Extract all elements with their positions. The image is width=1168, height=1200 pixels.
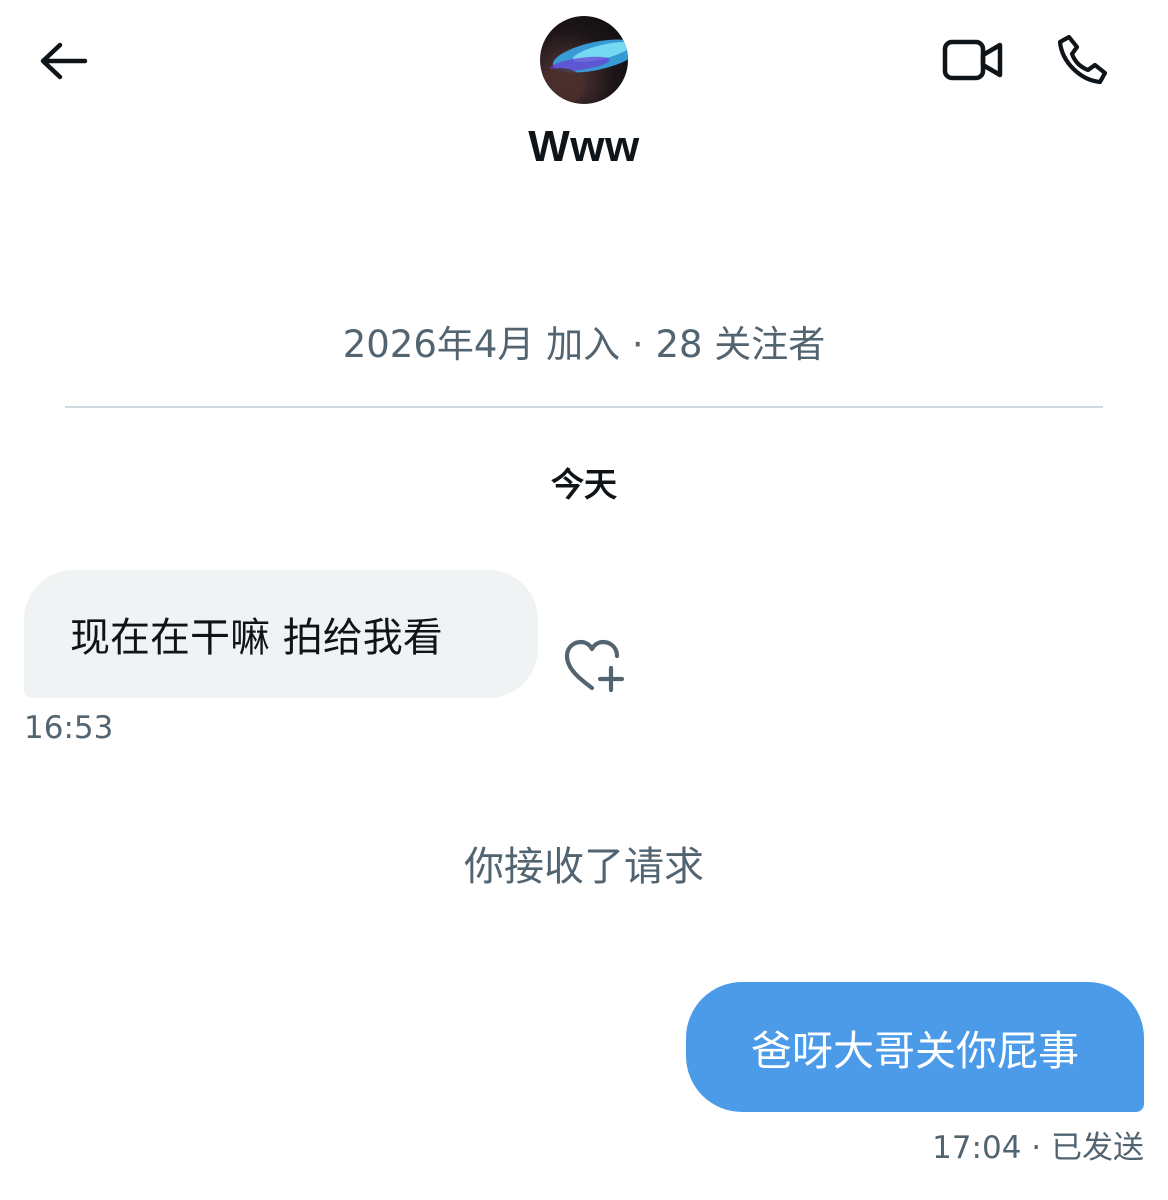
video-call-button[interactable] <box>938 30 1008 90</box>
avatar[interactable] <box>540 16 628 104</box>
date-separator: 今天 <box>551 465 617 504</box>
heart-plus-icon <box>564 639 624 693</box>
separator-dot: · <box>1031 1130 1051 1166</box>
divider <box>65 406 1103 408</box>
dm-conversation-screen: Www 2026年4月 加入 · 28 关注者 今天 现在在干嘛 拍给我看 16… <box>0 0 1168 1200</box>
arrow-left-icon <box>40 42 88 80</box>
phone-icon <box>1057 34 1108 85</box>
message-status: 17:04 · 已发送 <box>932 1122 1144 1167</box>
video-camera-icon <box>942 39 1003 81</box>
message-time: 16:53 <box>24 710 114 746</box>
system-message: 你接收了请求 <box>464 844 704 890</box>
delivery-status: 已发送 <box>1051 1130 1144 1166</box>
message-bubble-outgoing[interactable]: 爸呀大哥关你屁事 <box>686 982 1144 1112</box>
voice-call-button[interactable] <box>1050 28 1114 92</box>
message-time: 17:04 <box>932 1130 1022 1166</box>
profile-meta: 2026年4月 加入 · 28 关注者 <box>342 323 826 366</box>
back-button[interactable] <box>30 28 96 94</box>
message-bubble-incoming[interactable]: 现在在干嘛 拍给我看 <box>24 570 538 698</box>
add-reaction-button[interactable] <box>560 636 626 696</box>
contact-name[interactable]: Www <box>0 122 1168 172</box>
